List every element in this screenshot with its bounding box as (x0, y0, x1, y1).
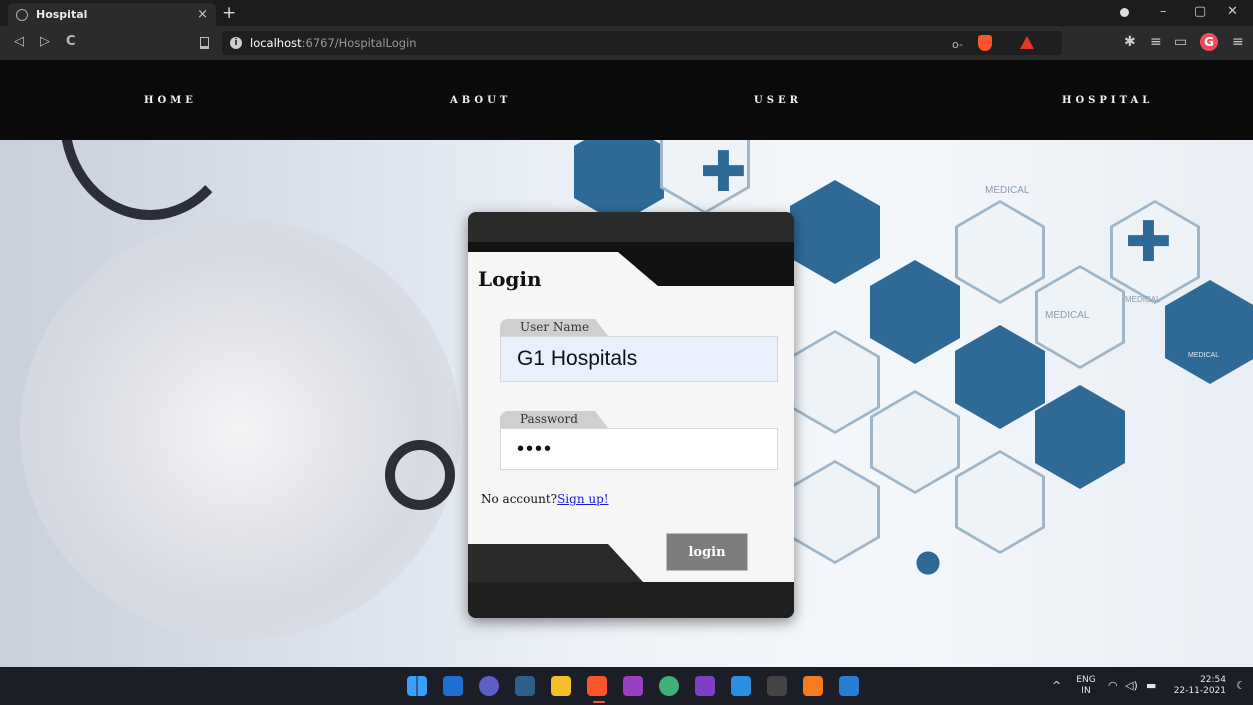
drops-hex-icon (870, 260, 960, 364)
region-code: IN (1081, 686, 1091, 696)
back-button[interactable]: ◁ (14, 34, 24, 49)
date: 22-11-2021 (1173, 686, 1226, 696)
taskbar: ^ ENG IN ◠ ◁) ▬ 22:54 22-11-2021 ☾ (0, 667, 1253, 705)
username-label: User Name (500, 319, 608, 336)
brave-browser-icon[interactable] (587, 676, 607, 696)
minimize-button[interactable]: – (1160, 4, 1167, 19)
medical-label: MEDICAL (1125, 295, 1161, 304)
pill-hex-icon (1035, 385, 1125, 489)
glove-hand-image (20, 220, 460, 640)
playlist-icon[interactable]: ≡ (1150, 34, 1162, 50)
battery-icon[interactable]: ▬ (1146, 679, 1156, 692)
url-path: :6767/HospitalLogin (301, 36, 417, 50)
doctor-hex-icon (790, 180, 880, 284)
nav-hospital-link[interactable]: HOSPITAL (1062, 95, 1153, 106)
brave-shield-icon[interactable] (978, 35, 992, 51)
screen: Hospital × + – ▢ ✕ ◁ ▷ C i localhost :67… (0, 0, 1253, 705)
nav-about-link[interactable]: ABOUT (450, 95, 511, 106)
microscope-hex-icon (790, 460, 880, 564)
extensions-icon[interactable]: ✱ (1124, 34, 1136, 50)
first-aid-hex-icon (955, 200, 1045, 304)
nav-home-link[interactable]: HOME (144, 95, 197, 106)
wifi-icon[interactable]: ◠ (1108, 679, 1118, 692)
address-bar-row: ◁ ▷ C i localhost :6767/HospitalLogin o-… (0, 26, 1253, 60)
word-icon[interactable] (839, 676, 859, 696)
intellij-icon[interactable] (623, 676, 643, 696)
test-tubes-hex-icon (870, 390, 960, 494)
time: 22:54 (1200, 675, 1226, 685)
stethoscope-head-image (385, 440, 455, 510)
focus-assist-icon[interactable]: ☾ (1236, 679, 1246, 692)
wallet-icon[interactable]: ▭ (1174, 34, 1187, 50)
tab-title: Hospital (36, 8, 88, 21)
language-indicator[interactable]: ENG IN (1074, 675, 1098, 697)
chat-icon[interactable] (479, 676, 499, 696)
volume-icon[interactable]: ◁) (1125, 679, 1138, 692)
new-tab-button[interactable]: + (222, 3, 236, 23)
virus-icon (905, 540, 951, 586)
profile-dot-icon[interactable] (1120, 8, 1129, 17)
clock[interactable]: 22:54 22-11-2021 (1168, 675, 1226, 697)
extension-g-icon[interactable]: G (1200, 33, 1218, 51)
info-icon[interactable]: i (230, 37, 242, 49)
terminal-icon[interactable] (767, 676, 787, 696)
maximize-button[interactable]: ▢ (1194, 4, 1206, 19)
widgets-icon[interactable] (515, 676, 535, 696)
close-window-button[interactable]: ✕ (1227, 4, 1238, 19)
plus-hex-icon (1165, 280, 1253, 384)
medical-label: MEDICAL (1188, 352, 1220, 359)
nav-user-link[interactable]: USER (754, 95, 802, 106)
browser-tab[interactable]: Hospital × (8, 3, 216, 26)
signup-link[interactable]: Sign up! (557, 492, 609, 506)
no-account-text: No account? (481, 492, 558, 506)
bookmark-icon[interactable] (200, 37, 209, 49)
medical-cross-icon: ✚ (1125, 210, 1172, 275)
stethoscope-image (60, 140, 240, 220)
medical-label: MEDICAL (1045, 310, 1090, 321)
medical-cross-icon: ✚ (700, 140, 747, 205)
key-icon[interactable]: o- (952, 38, 963, 51)
site-navbar: HOME ABOUT USER HOSPITAL (0, 60, 1253, 140)
login-title: Login (478, 267, 542, 291)
password-input[interactable] (500, 428, 778, 470)
menu-icon[interactable]: ≡ (1232, 34, 1244, 50)
visual-studio-icon[interactable] (695, 676, 715, 696)
browser-tab-bar: Hospital × + – ▢ ✕ (0, 0, 1253, 26)
forward-button[interactable]: ▷ (40, 34, 50, 49)
start-icon[interactable] (407, 676, 427, 696)
url-host: localhost (250, 36, 302, 50)
login-button[interactable]: login (666, 533, 748, 571)
wheelchair-hex-icon (790, 330, 880, 434)
reload-button[interactable]: C (66, 34, 76, 49)
medical-label: MEDICAL (985, 185, 1030, 196)
xampp-icon[interactable] (803, 676, 823, 696)
tab-close-icon[interactable]: × (197, 7, 208, 22)
password-label: Password (500, 411, 608, 428)
login-card: Login User Name Password No account?Sign… (468, 212, 794, 618)
tray-chevron-icon[interactable]: ^ (1052, 679, 1061, 692)
vscode-icon[interactable] (731, 676, 751, 696)
syringe-hex-icon (955, 325, 1045, 429)
username-input[interactable] (500, 336, 778, 382)
globe-icon (16, 8, 28, 21)
url-field[interactable]: i localhost :6767/HospitalLogin (222, 31, 1062, 55)
brave-rewards-icon[interactable] (1020, 36, 1034, 49)
active-app-indicator (593, 701, 605, 703)
language-code: ENG (1076, 675, 1096, 685)
signup-prompt: No account?Sign up! (481, 492, 609, 506)
task-view-icon[interactable] (443, 676, 463, 696)
card-bottom-band (468, 582, 794, 618)
empty-hex-outline (955, 450, 1045, 554)
chrome-icon[interactable] (659, 676, 679, 696)
file-explorer-icon[interactable] (551, 676, 571, 696)
